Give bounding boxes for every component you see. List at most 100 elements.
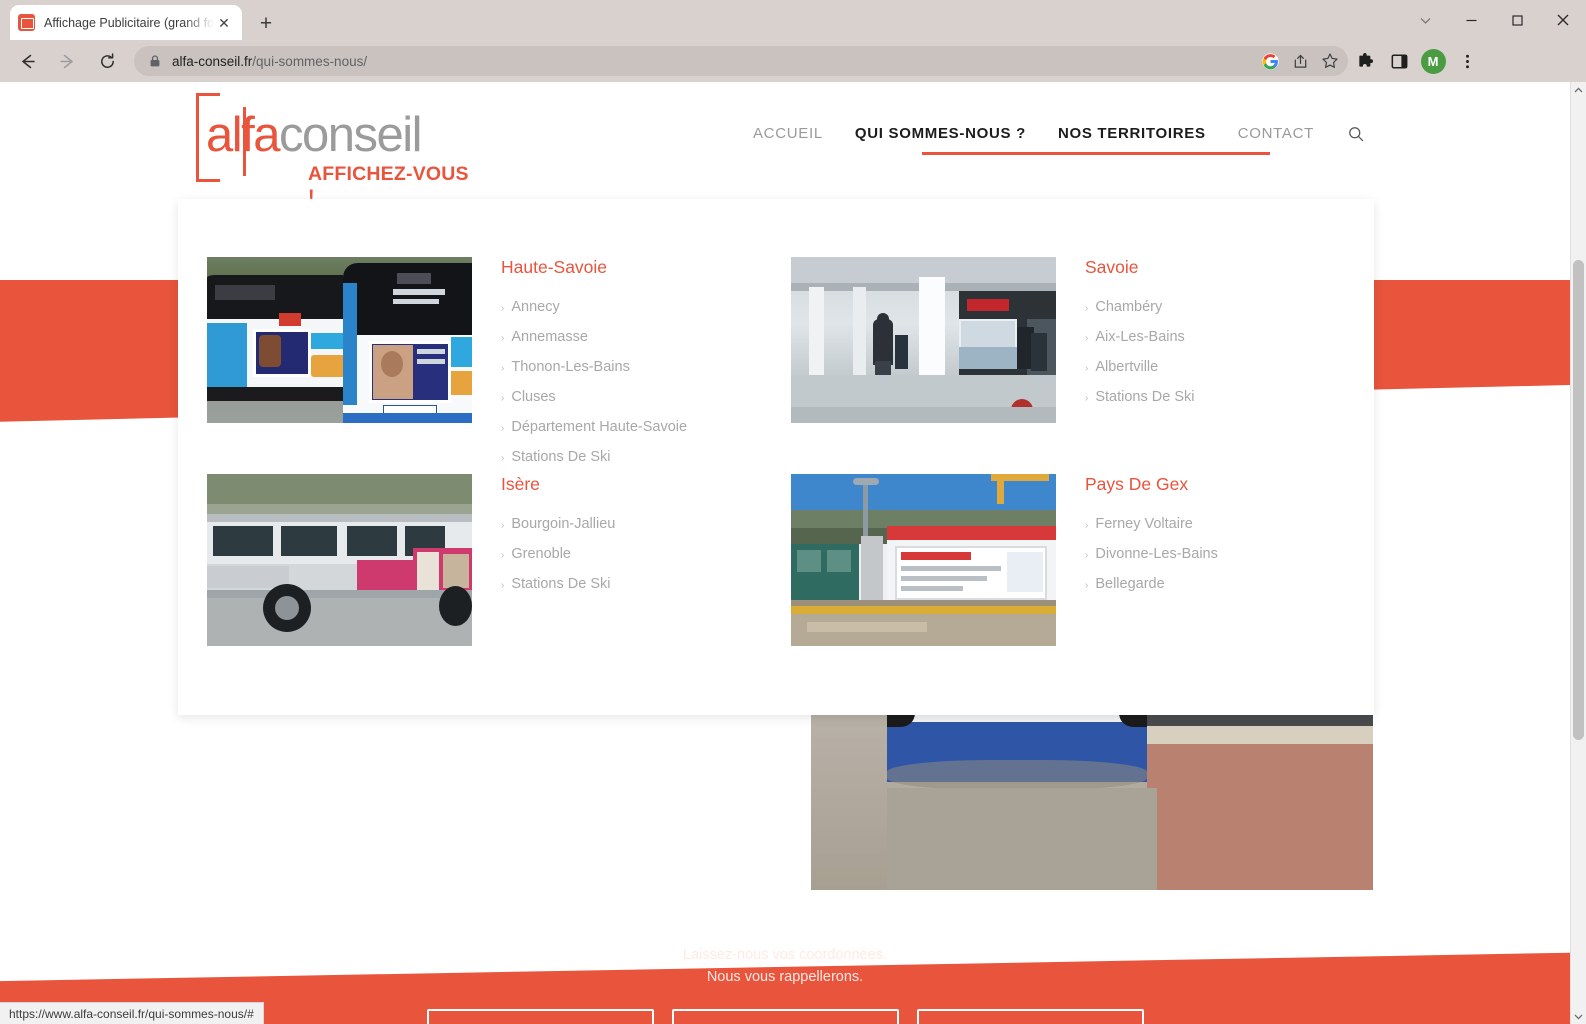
logo-word-conseil: conseil (279, 108, 423, 162)
scroll-up-arrow-icon[interactable] (1571, 82, 1586, 98)
close-window-icon[interactable] (1540, 0, 1586, 40)
nav-item-qui-sommes-nous[interactable]: QUI SOMMES-NOUS ? (839, 125, 1042, 142)
back-arrow-icon[interactable] (10, 44, 44, 78)
mega-link-label: Grenoble (511, 546, 571, 562)
mega-link[interactable]: › Divonne-Les-Bains (1085, 539, 1335, 569)
cta-field-nom[interactable] (426, 1008, 654, 1024)
new-tab-button[interactable]: + (252, 10, 280, 38)
tab-strip: Affichage Publicitaire (grand form ✕ + (0, 0, 1586, 40)
toolbar-right-actions: M (1348, 44, 1492, 78)
minimize-icon[interactable] (1448, 0, 1494, 40)
logo-word-alfa: alfa (206, 108, 281, 162)
mega-column-isere: Isère › Bourgoin-Jallieu › Grenoble › Stati… (207, 474, 751, 646)
chevron-right-icon: › (1085, 550, 1089, 561)
mega-link-label: Cluses (511, 389, 556, 405)
omnibox-actions (1256, 47, 1344, 75)
mega-link-label: Stations De Ski (1095, 389, 1195, 405)
main-navigation: ACCUEIL QUI SOMMES-NOUS ? NOS TERRITOIRE… (737, 125, 1370, 142)
mega-link-label: Stations De Ski (511, 576, 611, 592)
mega-column-haute-savoie: Haute-Savoie › Annecy › Annemasse › Thonon-… (207, 257, 751, 472)
puzzle-icon[interactable] (1348, 44, 1382, 78)
chevron-right-icon: › (1085, 303, 1089, 314)
mega-link[interactable]: › Ferney Voltaire (1085, 509, 1335, 539)
google-g-icon[interactable] (1256, 47, 1284, 75)
reload-icon[interactable] (90, 44, 124, 78)
nav-active-underline (922, 152, 1270, 155)
mega-link[interactable]: › Annecy (501, 292, 751, 322)
avatar[interactable]: M (1416, 44, 1450, 78)
page-scrollbar[interactable] (1570, 82, 1586, 1024)
mega-link[interactable]: › Grenoble (501, 539, 751, 569)
chevron-right-icon: › (501, 453, 505, 464)
mega-title-isere[interactable]: Isère (501, 474, 751, 495)
mega-link[interactable]: › Stations De Ski (501, 569, 751, 599)
mega-title-haute-savoie[interactable]: Haute-Savoie (501, 257, 751, 278)
url-path: /qui-sommes-nous/ (252, 53, 368, 69)
chevron-right-icon: › (1085, 580, 1089, 591)
chevron-right-icon: › (501, 423, 505, 434)
thumb-savoie-station[interactable] (791, 257, 1056, 423)
thumb-pays-de-gex-bus[interactable] (791, 474, 1056, 646)
search-icon[interactable] (1330, 126, 1370, 142)
close-icon[interactable]: ✕ (214, 13, 234, 33)
mega-link-label: Chambéry (1095, 299, 1163, 315)
mega-menu-grid: Haute-Savoie › Annecy › Annemasse › Thonon-… (178, 227, 1374, 715)
profile-initial: M (1420, 48, 1446, 74)
forward-arrow-icon[interactable] (50, 44, 84, 78)
cta-subtitle-line1: Laissez-nous vos coordonnées. (683, 947, 887, 963)
mega-links-savoie: Savoie › Chambéry › Aix-Les-Bains › Albertv… (1085, 257, 1335, 412)
nav-item-accueil[interactable]: ACCUEIL (737, 125, 839, 142)
mega-link[interactable]: › Département Haute-Savoie (501, 412, 751, 442)
share-icon[interactable] (1286, 47, 1314, 75)
mega-link-label: Bellegarde (1095, 576, 1165, 592)
mega-column-savoie: Savoie › Chambéry › Aix-Les-Bains › Albertv… (791, 257, 1335, 423)
nav-item-contact[interactable]: CONTACT (1222, 125, 1330, 142)
chevron-right-icon: › (501, 333, 505, 344)
mega-link[interactable]: › Thonon-Les-Bains (501, 352, 751, 382)
maximize-icon[interactable] (1494, 0, 1540, 40)
url-text: alfa-conseil.fr/qui-sommes-nous/ (172, 54, 1256, 69)
mega-link[interactable]: › Chambéry (1085, 292, 1335, 322)
chevron-right-icon: › (501, 303, 505, 314)
url-host: alfa-conseil.fr (172, 53, 253, 69)
mega-title-pays-de-gex[interactable]: Pays De Gex (1085, 474, 1335, 495)
mega-link[interactable]: › Bourgoin-Jallieu (501, 509, 751, 539)
chevron-right-icon: › (501, 550, 505, 561)
chevron-right-icon: › (1085, 333, 1089, 344)
address-bar[interactable]: alfa-conseil.fr/qui-sommes-nous/ (134, 46, 1348, 76)
mega-link[interactable]: › Aix-Les-Bains (1085, 322, 1335, 352)
site-header: alfaconseil AFFICHEZ-VOUS ! ACCUEIL QUI … (0, 82, 1570, 208)
mega-link[interactable]: › Bellegarde (1085, 569, 1335, 599)
thumb-isere-tram[interactable] (207, 474, 472, 646)
browser-tab[interactable]: Affichage Publicitaire (grand form ✕ (10, 5, 242, 40)
mega-title-savoie[interactable]: Savoie (1085, 257, 1335, 278)
site-favicon (18, 14, 35, 31)
side-panel-icon[interactable] (1382, 44, 1416, 78)
three-dot-menu-icon[interactable] (1450, 44, 1484, 78)
logo-frame-notch-bottom (220, 176, 256, 190)
tab-search-chevron-icon[interactable] (1402, 0, 1448, 40)
logo-frame-notch-top (220, 93, 256, 107)
mega-link-label: Albertville (1095, 359, 1159, 375)
cta-field-telephone[interactable] (916, 1008, 1144, 1024)
chevron-right-icon: › (1085, 363, 1089, 374)
tab-title: Affichage Publicitaire (grand form (44, 15, 214, 30)
cta-field-email[interactable] (671, 1008, 899, 1024)
chevron-right-icon: › (501, 580, 505, 591)
mega-link[interactable]: › Albertville (1085, 352, 1335, 382)
scrollbar-thumb[interactable] (1573, 260, 1584, 740)
mega-link[interactable]: › Cluses (501, 382, 751, 412)
mega-links-isere: Isère › Bourgoin-Jallieu › Grenoble › Stati… (501, 474, 751, 599)
site-logo[interactable]: alfaconseil AFFICHEZ-VOUS ! (196, 93, 471, 208)
mega-link[interactable]: › Stations De Ski (1085, 382, 1335, 412)
mega-link[interactable]: › Stations De Ski (501, 442, 751, 472)
thumb-haute-savoie-buses[interactable] (207, 257, 472, 423)
status-bar: https://www.alfa-conseil.fr/qui-sommes-n… (0, 1002, 264, 1024)
star-icon[interactable] (1316, 47, 1344, 75)
mega-links-pays-de-gex: Pays De Gex › Ferney Voltaire › Divonne-Le… (1085, 474, 1335, 599)
status-link-url: https://www.alfa-conseil.fr/qui-sommes-n… (9, 1006, 254, 1021)
mega-link-label: Thonon-Les-Bains (511, 359, 630, 375)
nav-item-nos-territoires[interactable]: NOS TERRITOIRES (1042, 125, 1222, 142)
scroll-down-arrow-icon[interactable] (1571, 1008, 1586, 1024)
mega-link[interactable]: › Annemasse (501, 322, 751, 352)
